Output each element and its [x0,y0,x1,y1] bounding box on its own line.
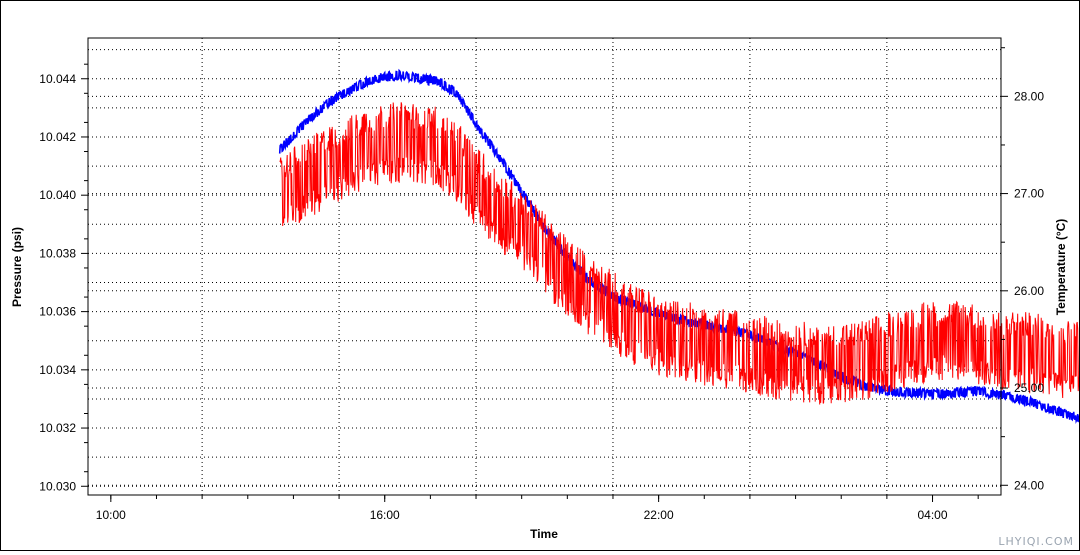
x-tick-label: 22:00 [644,508,674,522]
y-left-tick-label: 10.034 [39,363,76,377]
y-right-tick-label: 28.00 [1014,89,1044,103]
x-tick-label: 04:00 [918,508,948,522]
y-left-tick-label: 10.044 [39,72,76,86]
x-axis-title: Time [530,527,558,541]
y-right-tick-label: 26.00 [1014,284,1044,298]
y-axis-left-title: Pressure (psi) [10,227,24,307]
chart-frame: 10:00 16:00 22:00 04:00 10.030 10.032 10.034 10… [0,0,1080,551]
grid [88,38,1001,495]
x-tick-label: 10:00 [96,508,126,522]
x-tick-label: 16:00 [370,508,400,522]
dual-axis-line-chart: 10:00 16:00 22:00 04:00 10.030 10.032 10.034 10… [1,1,1079,550]
pressure-series-line [280,102,1079,404]
y-axis-right-title: Temperature (°C) [1054,219,1068,316]
watermark: LHYIQI.COM [998,535,1074,548]
y-left-tick-label: 10.032 [39,421,76,435]
y-left-tick-label: 10.040 [39,188,76,202]
y-left-tick-label: 10.038 [39,246,76,260]
y-right-tick-label: 25.00 [1014,381,1044,395]
series-layer [280,71,1079,429]
y-left-tick-label: 10.036 [39,305,76,319]
plot-area-border [88,38,1001,495]
y-right-tick-label: 24.00 [1014,478,1044,492]
y-left-tick-label: 10.042 [39,130,76,144]
tick-labels: 10:00 16:00 22:00 04:00 10.030 10.032 10.034 10… [39,72,1044,522]
y-right-tick-label: 27.00 [1014,187,1044,201]
y-left-tick-label: 10.030 [39,479,76,493]
